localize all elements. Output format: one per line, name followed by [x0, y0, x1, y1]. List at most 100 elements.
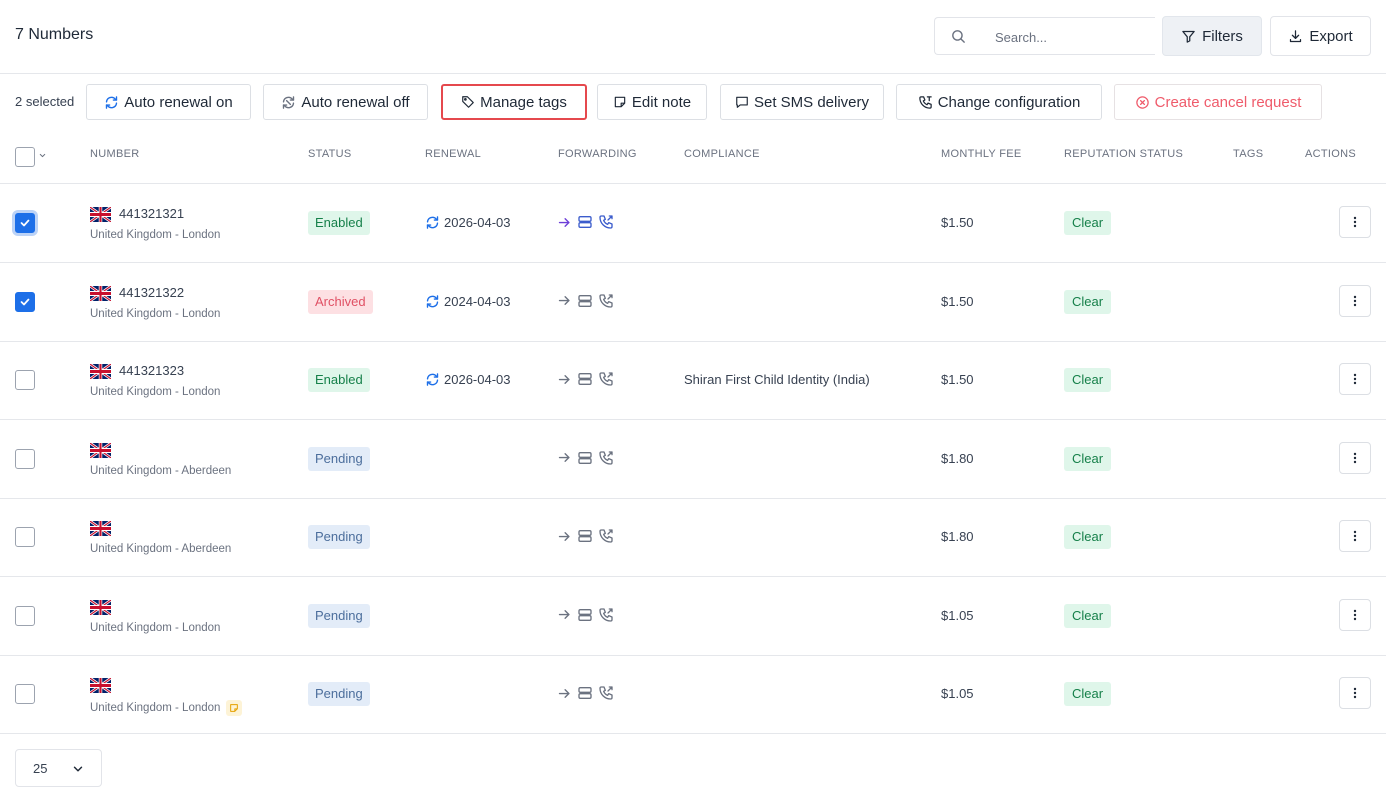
server-icon [578, 294, 592, 307]
row-checkbox[interactable] [15, 684, 35, 704]
compliance-value: Shiran First Child Identity (India) [684, 372, 870, 387]
table-row[interactable]: 441321321 United Kingdom - London Enabled 2… [0, 184, 1386, 263]
row-checkbox[interactable] [15, 527, 35, 547]
column-header-reputation-status[interactable]: REPUTATION STATUS [1064, 148, 1183, 160]
column-header-status[interactable]: STATUS [308, 148, 352, 160]
column-header-forwarding[interactable]: FORWARDING [558, 148, 637, 160]
monthly-fee: $1.05 [941, 686, 974, 701]
row-actions-button[interactable] [1339, 284, 1371, 317]
uk-flag-icon [90, 364, 111, 379]
set-sms-delivery-button[interactable]: Set SMS delivery [720, 84, 884, 120]
reputation-badge: Clear [1064, 368, 1112, 392]
row-checkbox[interactable] [15, 605, 35, 626]
location-label: United Kingdom - Aberdeen [90, 543, 232, 555]
change-configuration-button[interactable]: Change configuration [896, 84, 1102, 120]
action-button-label: Change configuration [937, 93, 1081, 111]
more-vertical-icon [1353, 216, 1357, 228]
forwarding-icons[interactable] [557, 293, 614, 309]
phone-number[interactable]: 441321323 [119, 363, 184, 378]
row-actions-button[interactable] [1339, 206, 1371, 238]
renewal-date-label: 2024-04-03 [444, 293, 511, 309]
more-vertical-icon [1353, 373, 1357, 385]
search-icon [952, 30, 965, 43]
row-actions-button[interactable] [1339, 363, 1371, 395]
reputation-badge: Clear [1064, 603, 1112, 628]
arrow-right-icon [558, 296, 570, 305]
number-location: United Kingdom - London [90, 622, 220, 634]
table-row[interactable]: United Kingdom - Aberdeen Pending $1.80 Cle… [0, 498, 1386, 577]
row-checkbox[interactable] [15, 291, 35, 312]
auto-renewal-on-button[interactable]: Auto renewal on [86, 84, 251, 120]
phone-forward-icon [599, 686, 613, 700]
forwarding-icons[interactable] [557, 685, 614, 701]
phone-number[interactable]: 441321321 [119, 206, 184, 221]
forwarding-icons[interactable] [557, 528, 614, 544]
row-checkbox[interactable] [15, 213, 35, 233]
status-badge: Pending [308, 446, 370, 471]
create-cancel-request-button[interactable]: Create cancel request [1114, 84, 1322, 120]
forwarding-icons[interactable] [557, 450, 614, 466]
column-header-tags[interactable]: TAGS [1233, 148, 1263, 160]
table-row[interactable]: 441321323 United Kingdom - London Enabled 2… [0, 341, 1386, 420]
location-label: United Kingdom - London [90, 702, 221, 714]
monthly-fee: $1.80 [941, 450, 974, 466]
row-checkbox[interactable] [15, 370, 35, 390]
forwarding-icons[interactable] [557, 371, 614, 387]
auto-renewal-off-button[interactable]: Auto renewal off [263, 84, 428, 120]
row-checkbox[interactable] [15, 448, 35, 469]
number-location: United Kingdom - London [90, 386, 220, 398]
more-vertical-icon [1353, 530, 1357, 542]
location-label: United Kingdom - London [90, 307, 221, 320]
location-label: United Kingdom - London [90, 621, 221, 634]
status-badge: Enabled [308, 211, 370, 235]
cancel-circle-icon [1135, 95, 1150, 110]
phone-number[interactable]: 441321322 [119, 285, 184, 300]
row-actions-button[interactable] [1339, 598, 1371, 631]
export-button[interactable]: Export [1270, 16, 1371, 56]
number-location: United Kingdom - London [90, 229, 220, 241]
table-row[interactable]: United Kingdom - London Pending $1.05 Clear [0, 577, 1386, 656]
search-box[interactable] [934, 17, 1155, 55]
page-size-select[interactable]: 25 [15, 749, 102, 787]
more-vertical-icon [1353, 295, 1357, 306]
monthly-fee: $1.50 [941, 215, 974, 230]
forwarding-icons[interactable] [557, 214, 614, 230]
location-label: United Kingdom - London [90, 229, 221, 241]
action-button-label: Auto renewal off [301, 93, 410, 111]
uk-flag-icon [90, 285, 111, 301]
uk-flag-icon [90, 207, 111, 222]
search-input[interactable] [995, 27, 1145, 47]
table-row[interactable]: United Kingdom - London Pending $1.05 Clear [0, 655, 1386, 734]
refresh-icon [104, 95, 119, 110]
uk-flag-icon [90, 442, 111, 458]
status-badge: Pending [308, 682, 370, 706]
phone-forward-icon [599, 529, 613, 543]
row-actions-button[interactable] [1339, 677, 1371, 709]
select-all-checkbox[interactable] [15, 147, 35, 167]
action-button-label: Create cancel request [1154, 93, 1302, 111]
row-actions-button[interactable] [1339, 520, 1371, 552]
row-actions-button[interactable] [1339, 441, 1371, 474]
forwarding-icons[interactable] [557, 607, 614, 623]
page-title: 7 Numbers [15, 26, 94, 43]
status-badge: Pending [308, 525, 370, 549]
chevron-down-icon[interactable] [38, 151, 47, 160]
page-size-value: 25 [33, 761, 48, 776]
phone-forward-icon [599, 450, 613, 465]
filters-button[interactable]: Filters [1162, 16, 1262, 56]
number-location: United Kingdom - London [90, 700, 243, 716]
column-header-compliance[interactable]: COMPLIANCE [684, 148, 760, 160]
column-header-monthly-fee[interactable]: MONTHLY FEE [941, 148, 1022, 160]
column-header-number[interactable]: NUMBER [90, 148, 139, 160]
message-icon [735, 95, 749, 109]
manage-tags-button[interactable]: Manage tags [441, 84, 587, 120]
note-icon[interactable] [226, 700, 243, 716]
table-row[interactable]: 441321322 United Kingdom - London Archived… [0, 263, 1386, 342]
column-header-renewal[interactable]: RENEWAL [425, 148, 481, 160]
reputation-badge: Clear [1064, 211, 1112, 235]
phone-forward-icon [599, 372, 613, 386]
more-vertical-icon [1353, 609, 1357, 620]
edit-note-button[interactable]: Edit note [597, 84, 707, 120]
table-row[interactable]: United Kingdom - Aberdeen Pending $1.80 Cle… [0, 420, 1386, 499]
phone-forward-icon [599, 215, 613, 229]
